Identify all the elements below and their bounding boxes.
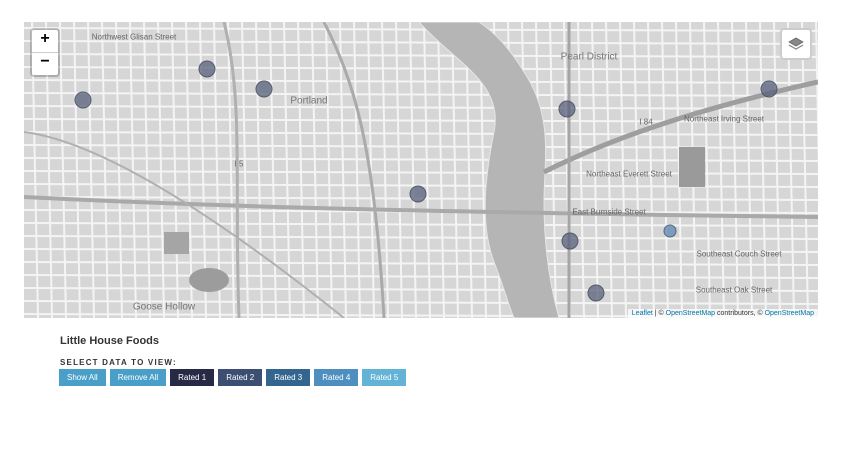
map-tiles[interactable] <box>24 22 818 318</box>
map-marker[interactable] <box>663 224 677 238</box>
map-marker[interactable] <box>198 60 216 78</box>
page-title: Little House Foods <box>60 335 159 347</box>
rated-3-button[interactable]: Rated 3 <box>266 369 311 386</box>
filter-buttons: Show All Remove All Rated 1 Rated 2 Rate… <box>59 369 407 386</box>
remove-all-button[interactable]: Remove All <box>109 369 167 386</box>
map-label-downtown: Portland <box>290 95 328 107</box>
show-all-button[interactable]: Show All <box>59 369 106 386</box>
attribution-sep: | © <box>652 310 666 317</box>
map-label-i84: I 84 <box>639 117 653 127</box>
rated-5-button[interactable]: Rated 5 <box>362 369 407 386</box>
map-marker[interactable] <box>760 80 778 98</box>
map-marker[interactable] <box>255 80 273 98</box>
zoom-in-button[interactable]: + <box>32 30 58 52</box>
map-marker[interactable] <box>409 185 427 203</box>
leaflet-link[interactable]: Leaflet <box>632 310 653 317</box>
layers-button[interactable] <box>780 28 812 60</box>
map-attribution: Leaflet | © OpenStreetMap contributors, … <box>627 309 818 318</box>
map-label-glisan: Northwest Glisan Street <box>91 32 177 42</box>
osm-link-2[interactable]: OpenStreetMap <box>765 310 814 317</box>
map-marker[interactable] <box>558 100 576 118</box>
map-marker[interactable] <box>587 284 605 302</box>
map-label-i5: I 5 <box>234 159 244 169</box>
select-data-label: SELECT DATA TO VIEW: <box>60 358 177 367</box>
map-label-everett: Northeast Everett Street <box>586 169 672 179</box>
rated-1-button[interactable]: Rated 1 <box>170 369 215 386</box>
map-label-couch: Southeast Couch Street <box>696 249 782 259</box>
map-label-irving: Northeast Irving Street <box>683 114 765 124</box>
map-marker[interactable] <box>561 232 579 250</box>
zoom-control: + − <box>30 28 60 77</box>
map-label-pearl: Pearl District <box>560 51 618 63</box>
map[interactable]: Portland Pearl District East Burnside St… <box>24 22 818 318</box>
attribution-text: contributors, © <box>715 310 765 317</box>
layers-icon <box>788 37 804 50</box>
map-marker[interactable] <box>74 91 92 109</box>
map-label-burnside: East Burnside Street <box>572 207 646 217</box>
rated-4-button[interactable]: Rated 4 <box>314 369 359 386</box>
zoom-out-button[interactable]: − <box>32 52 58 75</box>
rated-2-button[interactable]: Rated 2 <box>218 369 263 386</box>
osm-link[interactable]: OpenStreetMap <box>666 310 715 317</box>
map-label-oak: Southeast Oak Street <box>695 285 773 295</box>
map-label-hollow: Goose Hollow <box>132 301 196 313</box>
